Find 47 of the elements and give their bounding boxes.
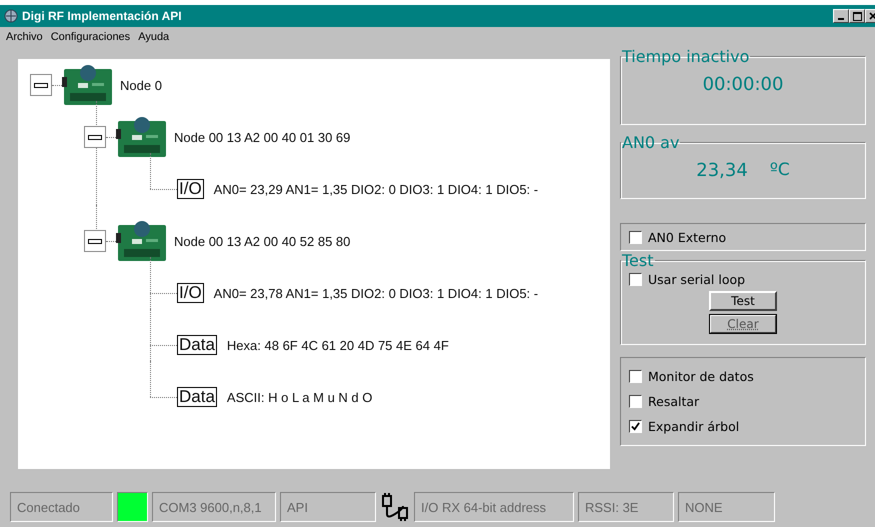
status-field: COM3 9600,n,8,1 [152,492,276,522]
status-field: I/O RX 64-bit address [414,492,574,522]
group-title: AN0 av [621,133,680,152]
close-icon [869,12,875,20]
minimize-button[interactable] [833,9,849,23]
status-field: API [280,492,376,522]
checkbox[interactable]: Usar serial loop [629,270,857,288]
checkbox[interactable]: Resaltar [629,392,857,410]
checkbox[interactable]: Expandir árbol [629,417,857,435]
collapse-toggle[interactable] [84,126,106,148]
menu-item[interactable]: Ayuda [138,31,170,45]
collapse-toggle[interactable] [84,230,106,252]
collapse-toggle[interactable] [30,74,52,96]
data-type-tag: I/O [177,283,204,303]
checkbox[interactable]: Monitor de datos [629,367,857,385]
action-button[interactable]: Test [709,291,777,311]
status-field: Conectado [10,492,113,522]
menu-item[interactable]: Configuraciones [50,31,130,45]
data-type-tag: Data [177,387,217,407]
group-title: Tiempo inactivo [621,47,750,66]
circuit-board-icon [62,63,114,107]
maximize-button[interactable] [849,9,865,23]
node-label[interactable]: Node 0 [120,78,162,92]
circuit-board-icon [116,219,168,263]
data-type-tag: Data [177,335,217,355]
frame-data-text[interactable]: AN0= 23,78 AN1= 1,35 DIO2: 0 DIO3: 1 DIO4: 1 DIO5: - [214,286,538,300]
idle-time-value: 00:00:00 [702,74,784,95]
circuit-board-icon [116,115,168,159]
frame-data-text[interactable]: AN0= 23,29 AN1= 1,35 DIO2: 0 DIO3: 1 DIO4: 1 DIO5: - [214,182,538,196]
node-label[interactable]: Node 00 13 A2 00 40 52 85 80 [174,234,350,248]
status-field: RSSI: 3E [578,492,674,522]
status-field: NONE [678,492,775,522]
temperature-value: 23,34 [696,160,748,181]
menu-item[interactable]: Archivo [6,31,43,45]
maximize-icon [852,12,862,20]
data-type-tag: I/O [177,179,204,199]
action-button[interactable]: Clear [709,314,777,334]
checkmark-icon [631,422,640,430]
plug-connector-icon [380,493,410,521]
globe-icon [4,9,18,23]
frame-data-text[interactable]: Hexa: 48 6F 4C 61 20 4D 75 4E 64 4F [226,338,449,352]
window-title: Digi RF Implementación API [22,9,183,23]
group-title: Test [621,251,655,270]
frame-data-text[interactable]: ASCII: H o L a M u N d O [226,390,372,404]
temperature-unit: ºC [770,160,790,181]
checkbox[interactable]: AN0 Externo [629,228,857,246]
node-label[interactable]: Node 00 13 A2 00 40 01 30 69 [174,130,350,144]
